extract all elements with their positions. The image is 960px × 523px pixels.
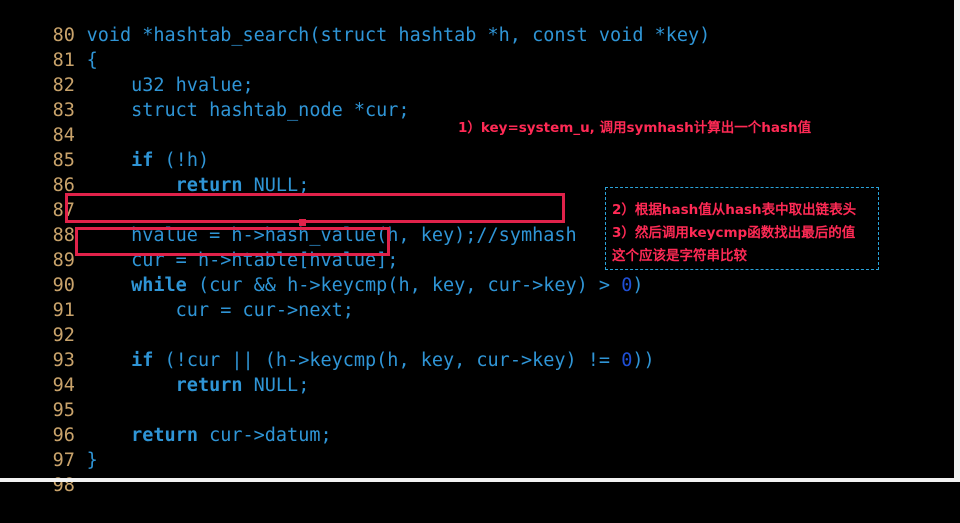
annotation-note-4: 这个应该是字符串比较 [612, 248, 747, 264]
code-rest: cur->datum; [197, 425, 332, 446]
code-line-85: 85 if (!h) [0, 123, 210, 171]
code-line-81: 81{ [0, 23, 98, 71]
code-line-97: 97} [0, 423, 98, 471]
annotation-note-1: 1）key=system_u, 调用symhash计算出一个hash值 [458, 120, 812, 136]
code-line-83: 83 struct hashtab_node *cur; [0, 73, 410, 121]
code-line-80: 80 void *hashtab_search(struct hashtab *h… [0, 0, 711, 46]
code-text: cur = cur->next; [86, 300, 354, 321]
code-line-84: 84 [0, 98, 87, 146]
code-line-95: 95 [0, 373, 87, 421]
window-frame-bottom [0, 478, 960, 482]
highlight-connector-marker [299, 219, 306, 226]
code-tail: ) [632, 275, 644, 296]
annotation-note-3: 3）然后调用keycmp函数找出最后的值 [612, 225, 856, 241]
window-frame-right [954, 0, 960, 482]
code-line-96: 96 return cur->datum; [0, 398, 332, 446]
code-line-93: 93 if (!cur || (h->keycmp(h, key, cur->k… [0, 323, 655, 371]
code-tail: )) [632, 350, 655, 371]
code-line-86: 86 return NULL; [0, 148, 310, 196]
code-line-98: 98 [0, 448, 87, 496]
code-text: return NULL; [87, 373, 310, 398]
number-literal: 0 [621, 350, 633, 371]
keyword-return: return [175, 375, 243, 396]
highlight-box-hash-value [65, 193, 565, 223]
keyword-return: return [131, 425, 198, 446]
code-line-94: 94 return NULL; [0, 348, 310, 396]
highlight-box-htable [75, 227, 390, 256]
code-line-91: 91 cur = cur->next; [0, 273, 354, 321]
code-line-82: 82 u32 hvalue; [0, 48, 254, 96]
code-text: } [86, 450, 98, 471]
annotation-box: 2）根据hash值从hash表中取出链表头 3）然后调用keycmp函数找出最后… [605, 187, 879, 270]
code-text: struct hashtab_node *cur; [86, 100, 410, 121]
code-line-92: 92 [0, 298, 87, 346]
code-rest: NULL; [242, 375, 310, 396]
line-number: 98 [52, 475, 75, 496]
code-text: void *hashtab_search(struct hashtab *h, … [86, 25, 711, 46]
number-literal: 0 [621, 275, 633, 296]
annotation-note-2: 2）根据hash值从hash表中取出链表头 [612, 202, 857, 218]
code-text: return cur->datum; [87, 423, 332, 448]
